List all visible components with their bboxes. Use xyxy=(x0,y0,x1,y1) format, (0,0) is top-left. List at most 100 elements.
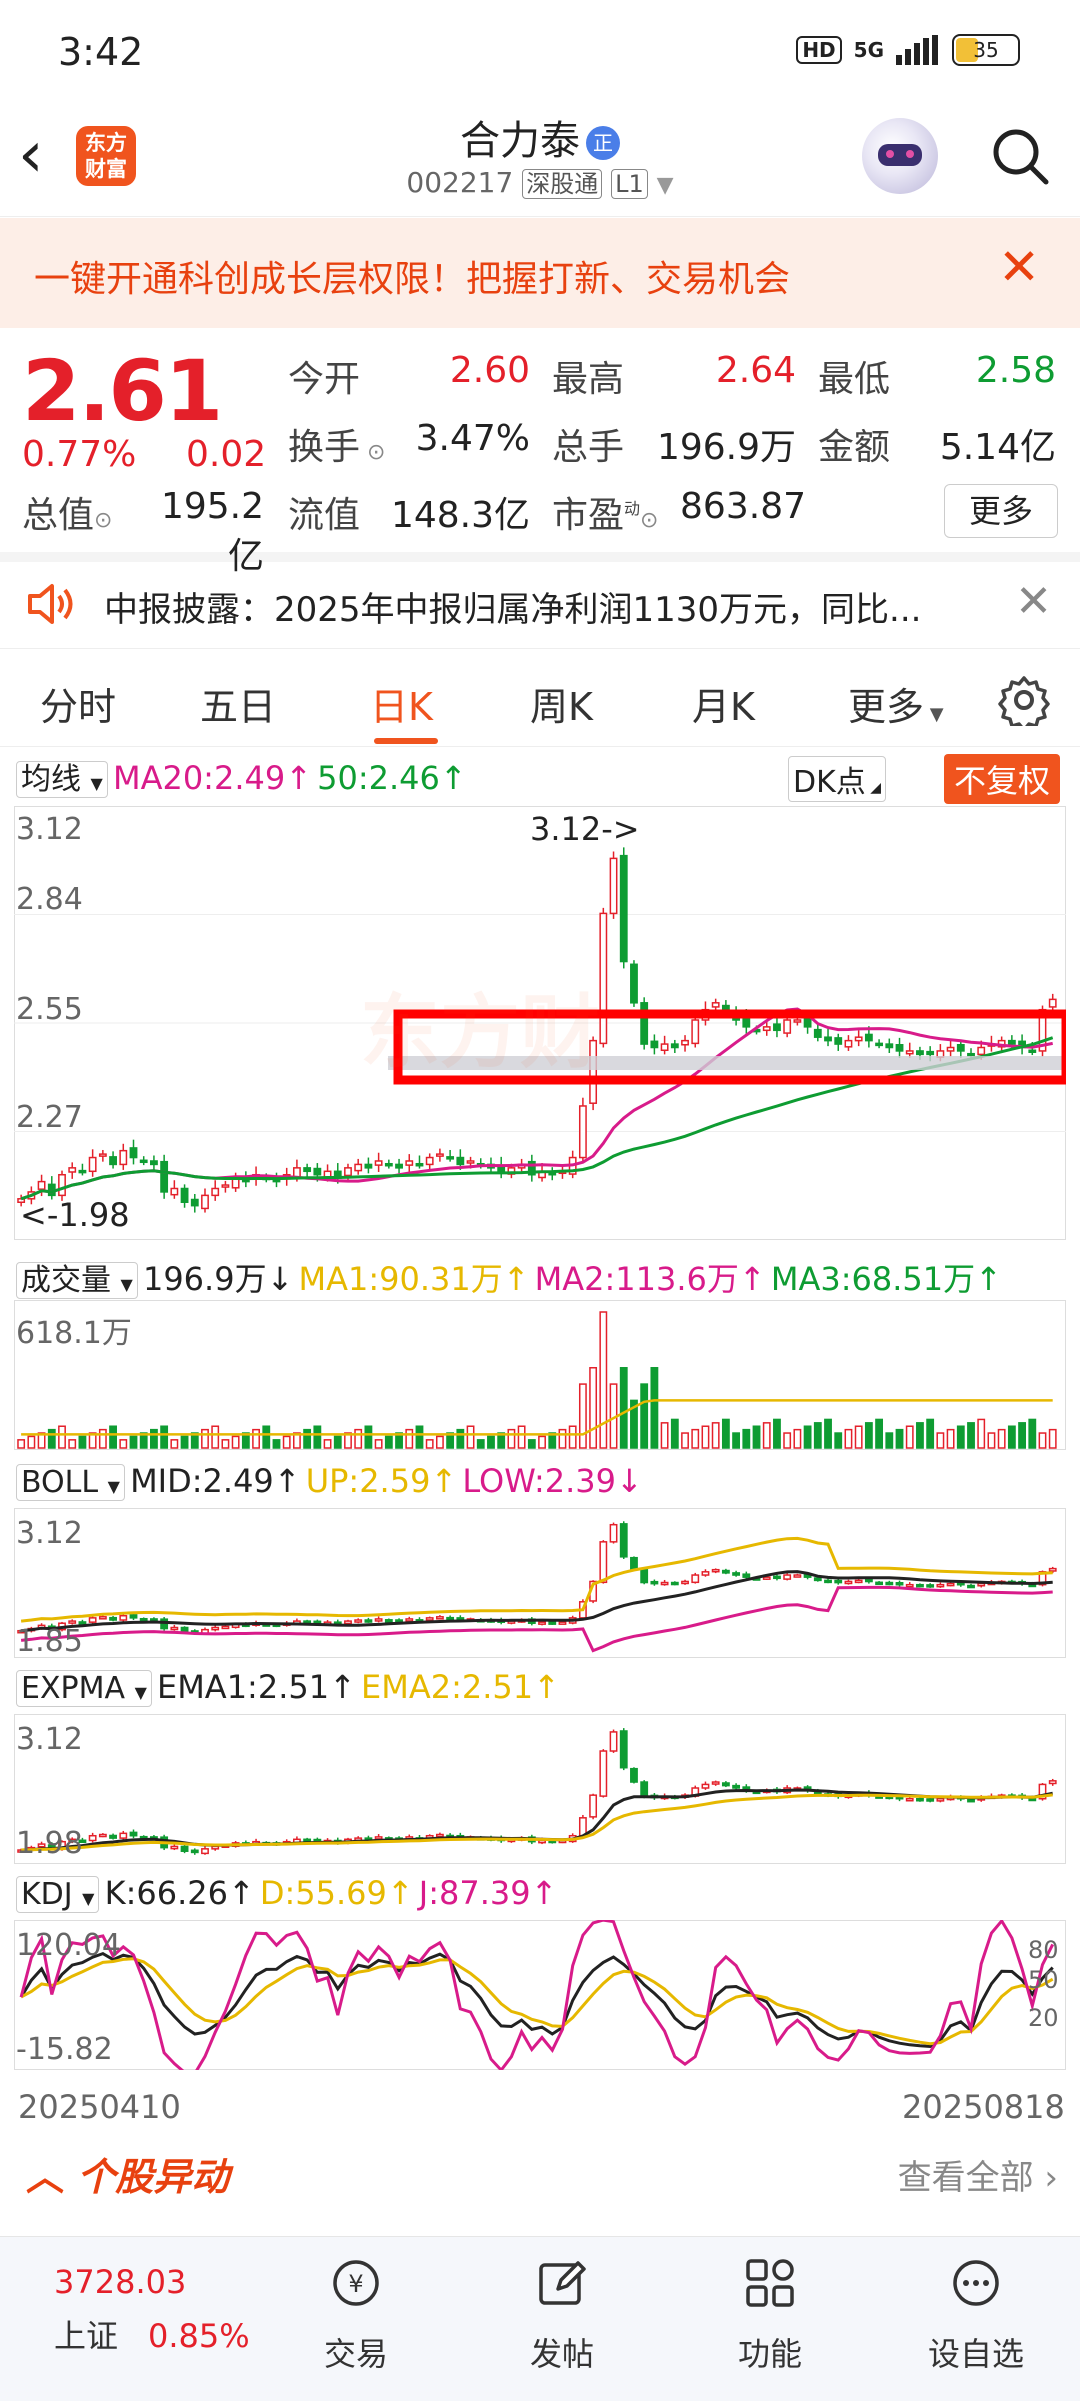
volume-bar xyxy=(1038,1432,1047,1449)
more-button[interactable]: 更多 xyxy=(944,484,1058,538)
boll-candle xyxy=(211,1626,220,1631)
volume-bar xyxy=(762,1422,771,1449)
boll-candle xyxy=(630,1556,638,1571)
expma-chart[interactable] xyxy=(14,1714,1066,1864)
boll-candle xyxy=(384,1619,393,1623)
boll-candle xyxy=(824,1579,832,1584)
expma-candle xyxy=(374,1836,383,1840)
price-candle xyxy=(466,1160,475,1164)
price-candle xyxy=(619,854,628,963)
kdj-selector[interactable]: KDJ ▼ xyxy=(16,1876,100,1913)
boll-candle xyxy=(119,1614,128,1621)
price-candle xyxy=(211,1187,220,1197)
boll-candle xyxy=(762,1576,771,1580)
volume-bar xyxy=(201,1428,209,1449)
kline-chart-area[interactable]: 均线 ▼ MA20:2.49↑ 50:2.46↑ DK点 ◢ 不复权 3.12 … xyxy=(0,748,1080,2148)
kdj-chart[interactable] xyxy=(14,1920,1066,2070)
price-candle xyxy=(129,1147,138,1159)
price-candle xyxy=(1048,998,1057,1008)
stock-movement-section[interactable]: ︿ 个股异动 查看全部 › xyxy=(0,2146,1080,2206)
tab-daily-k[interactable]: 日K xyxy=(370,676,433,731)
view-all-link[interactable]: 查看全部 › xyxy=(898,2150,1058,2199)
volume-bar xyxy=(742,1428,751,1449)
tab-monthly-k[interactable]: 月K xyxy=(692,676,755,731)
tab-more[interactable]: 更多 ▼ xyxy=(848,676,944,731)
boll-mid-line xyxy=(20,1570,1053,1633)
boll-candle xyxy=(405,1618,414,1622)
tab-weekly-k[interactable]: 周K xyxy=(530,676,593,731)
volume-chart[interactable] xyxy=(14,1300,1066,1450)
price-candle xyxy=(630,963,638,1004)
max-annotation: 3.12-> xyxy=(530,810,640,848)
nav-add-watchlist[interactable]: 设自选 xyxy=(916,2257,1036,2375)
expma-candle xyxy=(129,1831,138,1837)
turnover-label: 换手 ⊙ xyxy=(288,427,386,468)
volume-bar xyxy=(27,1435,36,1449)
verified-badge: 正 xyxy=(586,126,620,160)
boll-candle xyxy=(640,1568,649,1584)
price-candle xyxy=(109,1156,117,1166)
price-candle xyxy=(160,1160,169,1193)
price-candle xyxy=(926,1050,935,1056)
volume-bar xyxy=(946,1428,955,1449)
nav-functions[interactable]: 功能 xyxy=(710,2257,830,2375)
expma-candle xyxy=(701,1783,710,1789)
volume-bar xyxy=(17,1439,26,1449)
price-candle xyxy=(681,1039,689,1046)
volume-bar xyxy=(803,1425,812,1449)
nav-trade[interactable]: ¥ 交易 xyxy=(296,2257,416,2375)
promo-banner[interactable]: 一键开通科创成长层权限！把握打新、交易机会 ✕ xyxy=(0,218,1080,328)
volume-bar xyxy=(732,1432,741,1449)
low-label: 最低 xyxy=(818,359,891,400)
price-candle xyxy=(221,1184,230,1188)
tab-fenshi[interactable]: 分时 xyxy=(40,676,116,731)
nav-post[interactable]: 发帖 xyxy=(502,2257,622,2375)
search-icon[interactable] xyxy=(988,124,1052,188)
date-start: 20250410 xyxy=(18,2088,181,2126)
expma-candle xyxy=(936,1797,945,1802)
gear-icon[interactable] xyxy=(998,674,1050,726)
close-icon[interactable]: ✕ xyxy=(1015,576,1052,627)
chart-frame xyxy=(14,1920,1066,2070)
boll-chart[interactable] xyxy=(14,1508,1066,1658)
boll-candle xyxy=(885,1581,894,1586)
price-candle xyxy=(977,1046,986,1056)
boll-selector[interactable]: BOLL ▼ xyxy=(16,1464,125,1501)
expma-candle xyxy=(916,1797,924,1802)
dk-point-selector[interactable]: DK点 ◢ xyxy=(788,756,886,802)
adjust-button[interactable]: 不复权 xyxy=(944,754,1061,804)
boll-candle xyxy=(773,1575,781,1580)
price-candle xyxy=(834,1037,843,1045)
price-candle xyxy=(1028,1049,1037,1054)
price-candle xyxy=(793,1019,802,1023)
boll-candle xyxy=(180,1626,189,1633)
volume-bar xyxy=(650,1367,659,1449)
volume-bar xyxy=(967,1422,975,1449)
price-candle xyxy=(956,1044,965,1052)
expma-candle xyxy=(926,1798,935,1802)
tab-wuri[interactable]: 五日 xyxy=(200,676,276,731)
close-icon[interactable]: ✕ xyxy=(998,238,1040,296)
price-candle xyxy=(456,1156,465,1166)
expma-selector[interactable]: EXPMA ▼ xyxy=(16,1670,152,1707)
boll-candle xyxy=(221,1625,230,1630)
index-widget[interactable]: 3728.03 上证 0.85% xyxy=(54,2263,250,2357)
boll-candle xyxy=(660,1581,669,1586)
expma-candle xyxy=(609,1731,618,1752)
boll-candle xyxy=(783,1574,792,1580)
ma-selector[interactable]: 均线 ▼ xyxy=(16,761,108,798)
volume-bar xyxy=(711,1422,720,1449)
volume-bar xyxy=(558,1428,567,1449)
notice-bar[interactable]: 中报披露：2025年中报归属净利润1130万元，同比... ✕ xyxy=(0,562,1080,649)
expma-candle xyxy=(711,1781,720,1785)
assistant-avatar[interactable] xyxy=(862,118,938,194)
boll-candle xyxy=(98,1616,107,1620)
high-value: 2.64 xyxy=(715,350,796,391)
price-candle xyxy=(119,1149,128,1166)
price-candle xyxy=(384,1162,393,1167)
price-candle xyxy=(446,1156,455,1160)
volume-selector[interactable]: 成交量 ▼ xyxy=(16,1262,138,1299)
volume-label: 总手 xyxy=(552,427,625,468)
price-candle xyxy=(783,1019,792,1034)
volume-bar xyxy=(129,1435,138,1449)
